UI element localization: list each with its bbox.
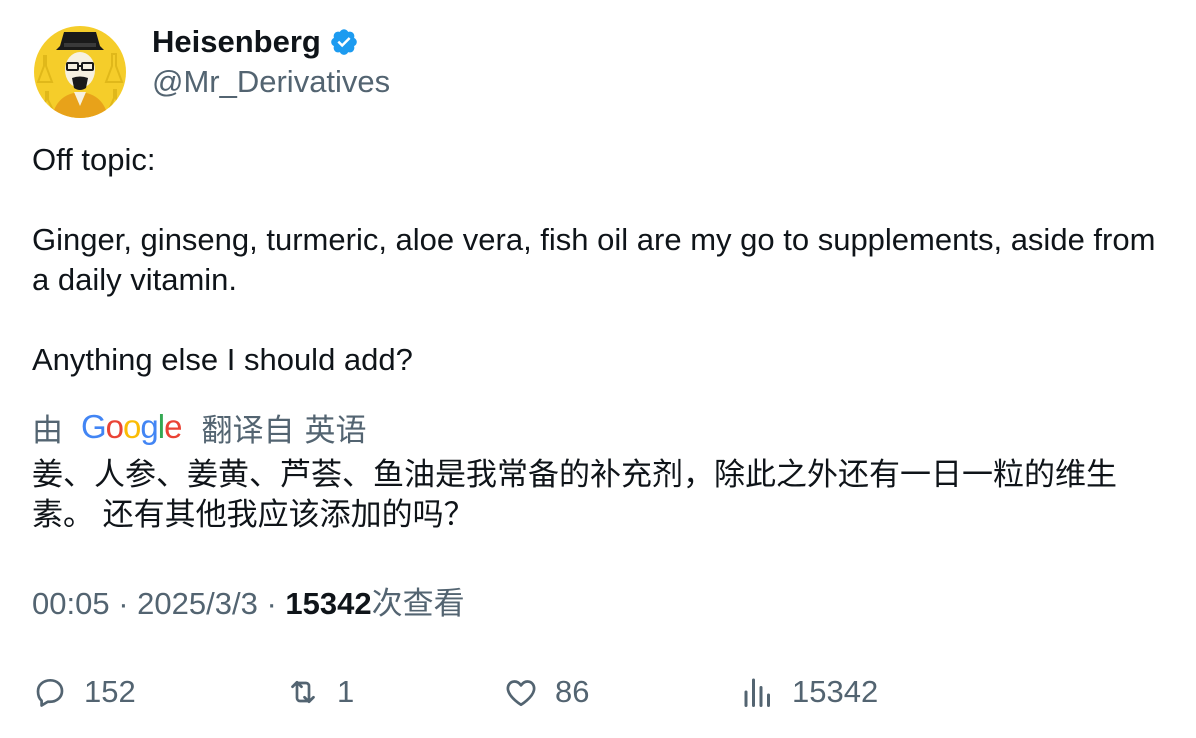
action-bar: 152 1 86 15342	[32, 670, 1162, 714]
tweet-meta: 00:05 · 2025/3/3 · 15342次查看	[32, 582, 465, 626]
translated-from-label: 翻译自	[201, 412, 295, 448]
retweet-icon	[291, 680, 315, 704]
views-label: 次查看	[371, 586, 465, 621]
source-language[interactable]: 英语	[304, 405, 366, 450]
translated-by-label: 由	[32, 412, 63, 448]
name-row: Heisenberg	[152, 22, 390, 62]
analytics-bar-icon	[744, 678, 770, 707]
reply-icon	[36, 678, 64, 707]
like-count: 86	[555, 674, 590, 709]
heart-icon	[506, 680, 536, 707]
tweet-paragraph: Ginger, ginseng, turmeric, aloe vera, fi…	[32, 222, 1156, 297]
views-count: 15342	[285, 586, 372, 621]
display-name[interactable]: Heisenberg	[152, 24, 321, 60]
tweet-date[interactable]: 2025/3/3	[137, 586, 258, 621]
verified-badge-icon[interactable]	[329, 27, 359, 57]
tweet-time[interactable]: 00:05	[32, 586, 110, 621]
separator-dot: ·	[266, 586, 286, 621]
google-logo: Google	[81, 408, 182, 445]
author-info: Heisenberg @Mr_Derivatives	[152, 22, 390, 102]
heisenberg-avatar-icon	[34, 26, 126, 118]
views-action-count: 15342	[792, 674, 879, 709]
tweet-paragraph: Off topic:	[32, 142, 156, 177]
like-button[interactable]: 86	[503, 670, 589, 714]
views-button[interactable]: 15342	[740, 670, 878, 714]
avatar[interactable]	[34, 26, 126, 118]
translation-attribution: 由 Google 翻译自 英语	[32, 405, 366, 449]
tweet-paragraph: Anything else I should add?	[32, 342, 413, 377]
separator-dot: ·	[118, 586, 138, 621]
retweet-button[interactable]: 1	[285, 670, 354, 714]
user-handle[interactable]: @Mr_Derivatives	[152, 62, 390, 102]
translated-text: 姜、人参、姜黄、芦荟、鱼油是我常备的补充剂，除此之外还有一日一粒的维生素。 还有…	[32, 457, 1117, 532]
retweet-count: 1	[337, 674, 355, 709]
reply-count: 152	[84, 674, 136, 709]
reply-button[interactable]: 152	[32, 670, 136, 714]
tweet-card: Heisenberg @Mr_Derivatives Off topic: Gi…	[0, 0, 1196, 738]
tweet-text: Off topic: Ginger, ginseng, turmeric, al…	[32, 140, 1162, 380]
